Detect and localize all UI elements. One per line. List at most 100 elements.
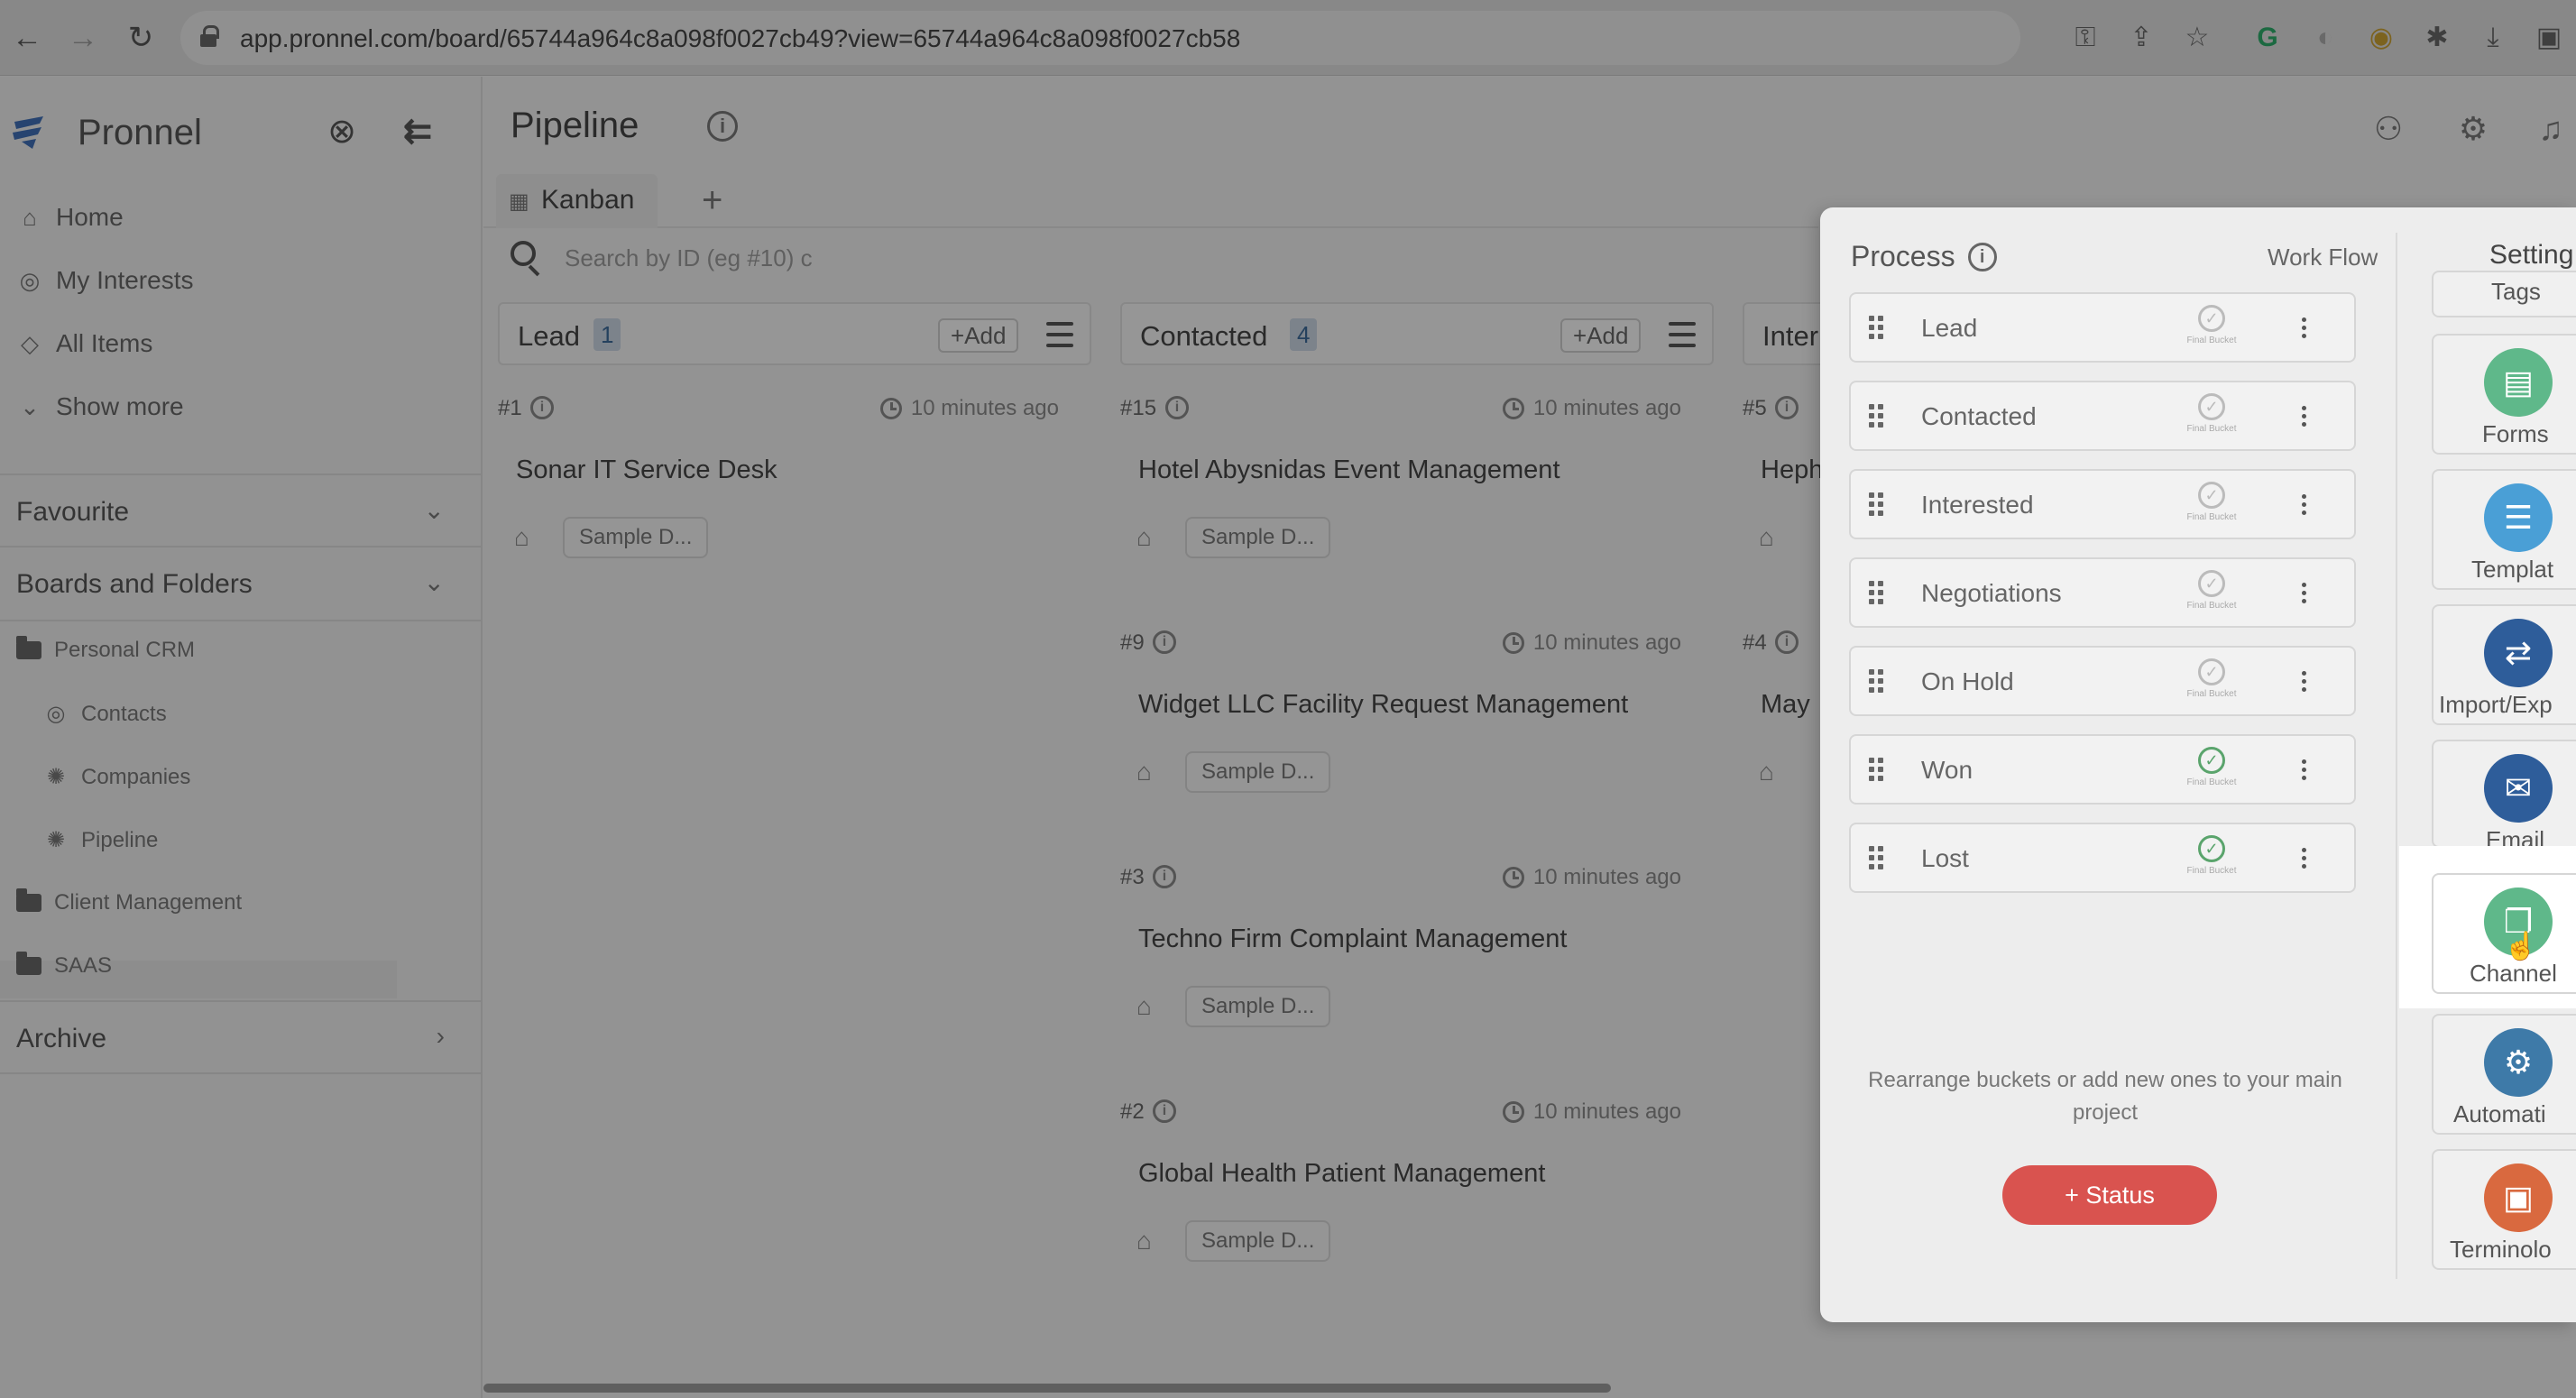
item-title[interactable]: Techno Firm Complaint Management (1138, 924, 1567, 954)
item-card[interactable]: #3 i 10 minutes ago Techno Firm Complain… (1120, 854, 1714, 1065)
info-icon[interactable]: i (1153, 1099, 1176, 1123)
more-options-icon[interactable] (2302, 671, 2309, 695)
item-title[interactable]: Widget LLC Facility Request Management (1138, 690, 1628, 720)
more-options-icon[interactable] (2302, 759, 2309, 784)
workflow-link[interactable]: Work Flow (2268, 244, 2378, 271)
star-icon[interactable]: ☆ (2181, 22, 2213, 54)
item-title[interactable]: May (1761, 690, 1810, 720)
bucket-name[interactable]: Lead (1921, 314, 1977, 343)
bucket-name[interactable]: Won (1921, 756, 1973, 785)
drag-handle-icon[interactable] (1869, 581, 1887, 606)
boards-and-folders-section[interactable]: Boards and Folders ⌄ (0, 547, 481, 621)
favourite-section[interactable]: Favourite ⌄ (0, 474, 481, 547)
extension-icon[interactable]: ◐ (2309, 22, 2341, 54)
tool-templates[interactable]: ☰ Templat (2432, 469, 2576, 590)
share-icon[interactable]: ⇪ (2125, 22, 2157, 54)
folder-saas[interactable]: SAAS (16, 952, 112, 979)
tag-chip[interactable]: Sample D... (1185, 986, 1331, 1027)
drag-handle-icon[interactable] (1869, 492, 1887, 518)
info-icon[interactable]: i (1153, 865, 1176, 888)
tag-chip[interactable]: Sample D... (563, 517, 709, 558)
final-bucket-toggle[interactable]: ✓ Final Bucket (2177, 747, 2246, 787)
grammarly-extension-icon[interactable]: G (2251, 22, 2284, 54)
bucket-row[interactable]: Negotiations ✓ Final Bucket (1849, 557, 2356, 628)
drag-handle-icon[interactable] (1869, 404, 1887, 429)
bucket-name[interactable]: Lost (1921, 844, 1969, 873)
info-icon[interactable]: i (707, 111, 738, 142)
forward-icon[interactable]: → (65, 20, 101, 56)
add-item-button[interactable]: +Add (1560, 318, 1642, 353)
tool-import-export[interactable]: ⇄ Import/Exp (2432, 604, 2576, 725)
bucket-row[interactable]: Interested ✓ Final Bucket (1849, 469, 2356, 539)
bucket-row[interactable]: Lead ✓ Final Bucket (1849, 292, 2356, 363)
key-icon[interactable]: ⚿ (2069, 22, 2102, 54)
url-text[interactable]: app.pronnel.com/board/65744a964c8a098f00… (240, 24, 1240, 53)
final-bucket-toggle[interactable]: ✓ Final Bucket (2177, 835, 2246, 876)
item-title[interactable]: Hotel Abysnidas Event Management (1138, 455, 1560, 485)
tool-tags[interactable]: Tags (2432, 271, 2576, 317)
info-icon[interactable]: i (1153, 630, 1176, 654)
info-icon[interactable]: i (1165, 396, 1189, 419)
address-bar[interactable]: app.pronnel.com/board/65744a964c8a098f00… (180, 11, 2020, 65)
bucket-row[interactable]: On Hold ✓ Final Bucket (1849, 646, 2356, 716)
sidebar-item-my-interests[interactable]: ◎ My Interests (16, 266, 194, 295)
collapse-sidebar-icon[interactable]: ⇇ (397, 111, 438, 152)
more-options-icon[interactable] (2302, 317, 2309, 342)
column-menu-icon[interactable] (1669, 322, 1696, 347)
final-bucket-toggle[interactable]: ✓ Final Bucket (2177, 570, 2246, 611)
bucket-name[interactable]: Negotiations (1921, 579, 2062, 608)
download-icon[interactable]: ⤓ (2477, 22, 2509, 54)
bell-icon[interactable]: ♫ (2531, 109, 2571, 149)
drag-handle-icon[interactable] (1869, 316, 1887, 341)
item-card[interactable]: #2 i 10 minutes ago Global Health Patien… (1120, 1089, 1714, 1300)
drag-handle-icon[interactable] (1869, 758, 1887, 783)
tag-chip[interactable]: Sample D... (1185, 751, 1331, 793)
info-icon[interactable]: i (530, 396, 554, 419)
final-bucket-toggle[interactable]: ✓ Final Bucket (2177, 482, 2246, 522)
sidebar-item-show-more[interactable]: ⌄ Show more (16, 392, 184, 421)
info-icon[interactable]: i (1775, 630, 1799, 654)
add-item-button[interactable]: +Add (938, 318, 1019, 353)
more-options-icon[interactable] (2302, 406, 2309, 430)
reload-icon[interactable]: ↻ (123, 20, 159, 56)
bucket-row[interactable]: Won ✓ Final Bucket (1849, 734, 2356, 805)
horizontal-scrollbar[interactable] (483, 1384, 1611, 1393)
item-card[interactable]: #15 i 10 minutes ago Hotel Abysnidas Eve… (1120, 385, 1714, 596)
bucket-row[interactable]: Lost ✓ Final Bucket (1849, 823, 2356, 893)
column-menu-icon[interactable] (1046, 322, 1073, 347)
search-input[interactable]: Search by ID (eg #10) c (565, 244, 813, 272)
sidebar-item-home[interactable]: ⌂ Home (16, 203, 124, 232)
sidepanel-icon[interactable]: ▣ (2533, 22, 2565, 54)
puzzle-icon[interactable]: ✱ (2421, 22, 2453, 54)
more-options-icon[interactable] (2302, 494, 2309, 519)
board-pipeline[interactable]: ✺ Pipeline (43, 827, 158, 853)
bucket-name[interactable]: Contacted (1921, 402, 2037, 431)
info-icon[interactable]: i (1775, 396, 1799, 419)
item-card[interactable]: #9 i 10 minutes ago Widget LLC Facility … (1120, 620, 1714, 831)
close-circle-icon[interactable]: ⊗ (321, 111, 363, 152)
drag-handle-icon[interactable] (1869, 669, 1887, 694)
item-card[interactable]: #1 i 10 minutes ago Sonar IT Service Des… (498, 385, 1091, 596)
gear-icon[interactable]: ⚙ (2453, 109, 2493, 149)
bucket-name[interactable]: Interested (1921, 491, 2034, 520)
extension-badge-icon[interactable]: ◉ (2365, 22, 2397, 54)
item-title[interactable]: Global Health Patient Management (1138, 1159, 1545, 1189)
final-bucket-toggle[interactable]: ✓ Final Bucket (2177, 305, 2246, 345)
tag-chip[interactable]: Sample D... (1185, 1220, 1331, 1262)
back-icon[interactable]: ← (9, 20, 45, 56)
tool-terminology[interactable]: ▣ Terminolo (2432, 1149, 2576, 1270)
tab-kanban[interactable]: ▦ Kanban (496, 174, 658, 228)
folder-personal-crm[interactable]: Personal CRM (16, 636, 195, 663)
add-view-button[interactable]: + (702, 176, 722, 225)
more-options-icon[interactable] (2302, 848, 2309, 872)
bucket-row[interactable]: Contacted ✓ Final Bucket (1849, 381, 2356, 451)
board-companies[interactable]: ✺ Companies (43, 764, 190, 790)
archive-section[interactable]: Archive › (0, 1000, 481, 1074)
folder-client-management[interactable]: Client Management (16, 888, 242, 915)
more-options-icon[interactable] (2302, 583, 2309, 607)
drag-handle-icon[interactable] (1869, 846, 1887, 871)
tool-email[interactable]: ✉ Email (2432, 740, 2576, 853)
add-status-button[interactable]: + Status (2002, 1165, 2217, 1225)
tag-chip[interactable]: Sample D... (1185, 517, 1331, 558)
final-bucket-toggle[interactable]: ✓ Final Bucket (2177, 393, 2246, 434)
